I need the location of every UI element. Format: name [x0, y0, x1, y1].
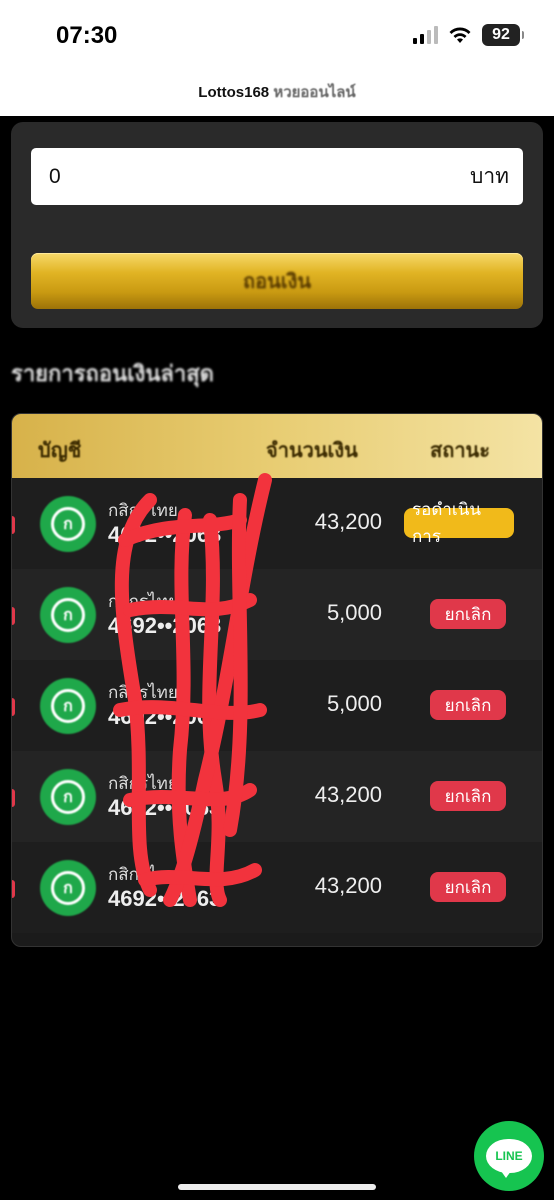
status-badge: ยกเลิก: [430, 781, 506, 811]
site-name: Lottos168: [198, 84, 270, 101]
status-time: 07:30: [56, 22, 118, 49]
bank-logo-icon: ก: [40, 769, 96, 825]
bank-name: กสิกรไทย: [108, 774, 178, 793]
page-title: Lottos168 หวยออนไลน์: [0, 80, 554, 104]
history-heading: รายการถอนเงินล่าสุด: [11, 361, 214, 386]
table-row: ก กสิกรไทย 4692••2063 5,000 ยกเลิก: [12, 660, 542, 751]
table-header: บัญชี จำนวนเงิน สถานะ: [12, 414, 542, 478]
bank-name: กสิกรไทย: [108, 592, 178, 611]
bank-name: กสิกรไทย: [108, 683, 178, 702]
bank-name: กสิกรไทย: [108, 501, 178, 520]
site-suffix: หวยออนไลน์: [273, 84, 356, 101]
account-number: 4692••2063: [108, 613, 222, 638]
bank-logo-icon: ก: [40, 587, 96, 643]
home-indicator: [178, 1184, 376, 1190]
line-icon: LINE: [486, 1139, 532, 1178]
column-header-amount: จำนวนเงิน: [266, 440, 358, 462]
table-row: ก กสิกรไทย 4692••2063 5,000 ยกเลิก: [12, 569, 542, 660]
withdraw-amount: 5,000: [326, 600, 382, 625]
line-chat-button[interactable]: LINE: [474, 1121, 544, 1191]
row-indicator: [12, 698, 15, 716]
withdraw-card: 0 บาท ถอนเงิน: [11, 122, 543, 328]
status-badge: รอดำเนินการ: [404, 500, 514, 546]
battery-icon: 92: [482, 24, 524, 46]
withdraw-history-table: บัญชี จำนวนเงิน สถานะ ก กสิกรไทย 4692••2…: [11, 413, 543, 947]
bank-name: กสิกรไทย: [108, 865, 178, 884]
amount-input[interactable]: 0 บาท: [31, 148, 523, 205]
status-badge: ยกเลิก: [430, 599, 506, 629]
bank-logo-icon: ก: [40, 678, 96, 734]
row-indicator: [12, 607, 15, 625]
bank-logo-icon: ก: [40, 860, 96, 916]
withdraw-amount: 43,200: [314, 873, 382, 898]
withdraw-button-label: ถอนเงิน: [242, 271, 312, 293]
account-number: 4692••2063: [108, 522, 222, 547]
bank-logo-icon: ก: [40, 496, 96, 552]
column-header-account: บัญชี: [38, 440, 82, 462]
withdraw-amount: 5,000: [326, 691, 382, 716]
account-number: 4692••2063: [108, 886, 222, 911]
row-indicator: [12, 516, 15, 534]
currency-label: บาท: [470, 165, 509, 188]
wifi-icon: [449, 27, 471, 43]
column-header-status: สถานะ: [430, 440, 490, 462]
account-number: 4692••2063: [108, 795, 222, 820]
row-indicator: [12, 789, 15, 807]
table-row: ก กสิกรไทย 4692••2063 43,200 ยกเลิก: [12, 751, 542, 842]
account-number: 4692••2063: [108, 704, 222, 729]
table-row: ก กสิกรไทย 4692••2063 43,200 ยกเลิก: [12, 842, 542, 933]
withdraw-amount: 43,200: [314, 509, 382, 534]
table-row: ก กสิกรไทย 4692••2063 43,200 รอดำเนินการ: [12, 478, 542, 569]
browser-header: 07:30 92 Lottos168 หวยออนไลน์: [0, 0, 554, 116]
status-indicators: 92: [413, 24, 524, 46]
withdraw-amount: 43,200: [314, 782, 382, 807]
amount-value[interactable]: 0: [49, 165, 61, 189]
cellular-signal-icon: [413, 26, 438, 44]
row-indicator: [12, 880, 15, 898]
withdraw-button[interactable]: ถอนเงิน: [31, 253, 523, 309]
status-badge: ยกเลิก: [430, 690, 506, 720]
status-badge: ยกเลิก: [430, 872, 506, 902]
